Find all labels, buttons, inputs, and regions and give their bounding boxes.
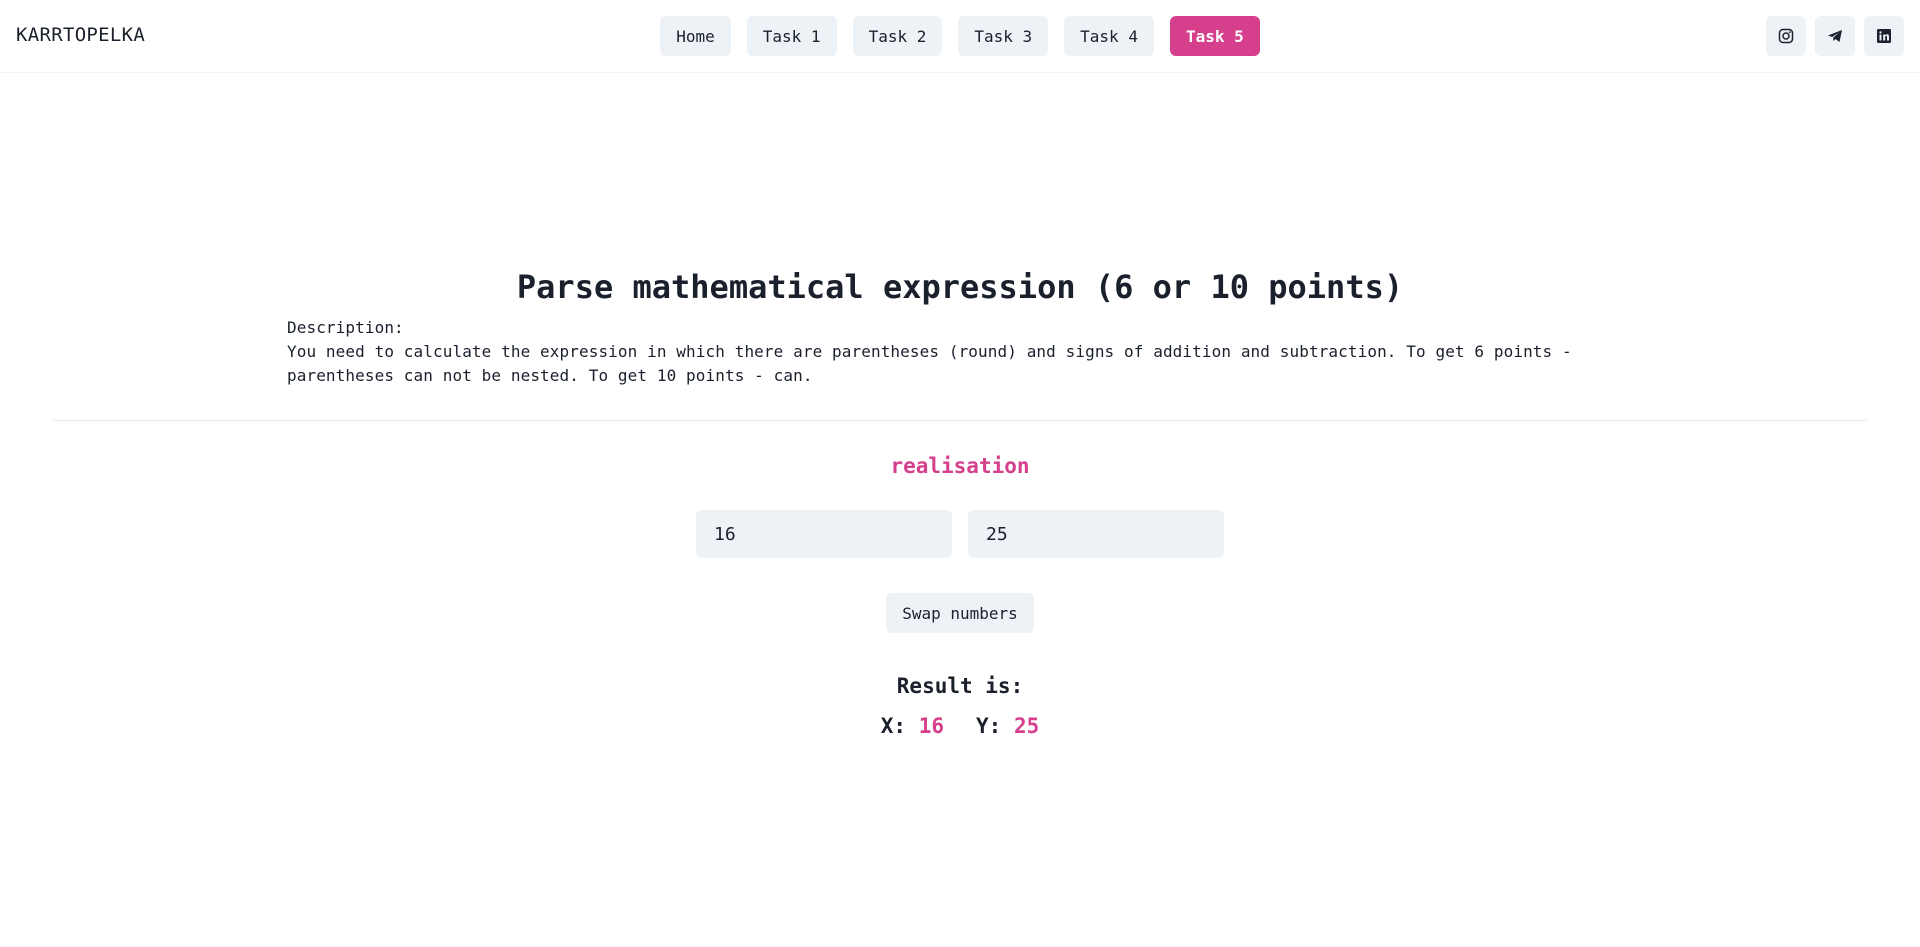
social-links [1766, 16, 1904, 56]
realisation-heading: realisation [890, 454, 1030, 478]
swap-wrapper: Swap numbers [0, 593, 1920, 633]
telegram-button[interactable] [1815, 16, 1855, 56]
nav-task-2[interactable]: Task 2 [852, 16, 943, 56]
nav-task-4[interactable]: Task 4 [1064, 16, 1154, 56]
brand-logo[interactable]: KARRTOPELKA [16, 24, 145, 46]
telegram-icon [1828, 30, 1842, 42]
task-description: Description: You need to calculate the e… [287, 316, 1587, 388]
x-input[interactable] [696, 510, 952, 558]
instagram-icon [1778, 28, 1794, 44]
section-divider [53, 420, 1867, 421]
top-header: KARRTOPELKA Home Task 1 Task 2 Task 3 Ta… [0, 0, 1920, 73]
result-x-label: X: [880, 714, 907, 738]
swap-numbers-button[interactable]: Swap numbers [886, 593, 1034, 633]
main-nav: Home Task 1 Task 2 Task 3 Task 4 Task 5 [0, 16, 1920, 56]
description-label: Description: [287, 318, 404, 337]
y-input[interactable] [968, 510, 1224, 558]
nav-home[interactable]: Home [660, 16, 731, 56]
result-x-value: 16 [918, 714, 944, 738]
result-y-value: 25 [1013, 714, 1040, 738]
result-values: X: 16 Y: 25 [0, 714, 1920, 738]
linkedin-icon [1877, 29, 1891, 43]
result-y-label: Y: [976, 714, 1002, 738]
number-inputs [0, 510, 1920, 558]
nav-task-1[interactable]: Task 1 [746, 16, 837, 56]
page-title: Parse mathematical expression (6 or 10 p… [516, 268, 1404, 306]
result-label: Result is: [896, 674, 1024, 698]
nav-task-3[interactable]: Task 3 [958, 16, 1049, 56]
instagram-button[interactable] [1766, 16, 1806, 56]
nav-task-5[interactable]: Task 5 [1169, 16, 1260, 56]
linkedin-button[interactable] [1864, 16, 1904, 56]
description-text: You need to calculate the expression in … [287, 342, 1572, 385]
